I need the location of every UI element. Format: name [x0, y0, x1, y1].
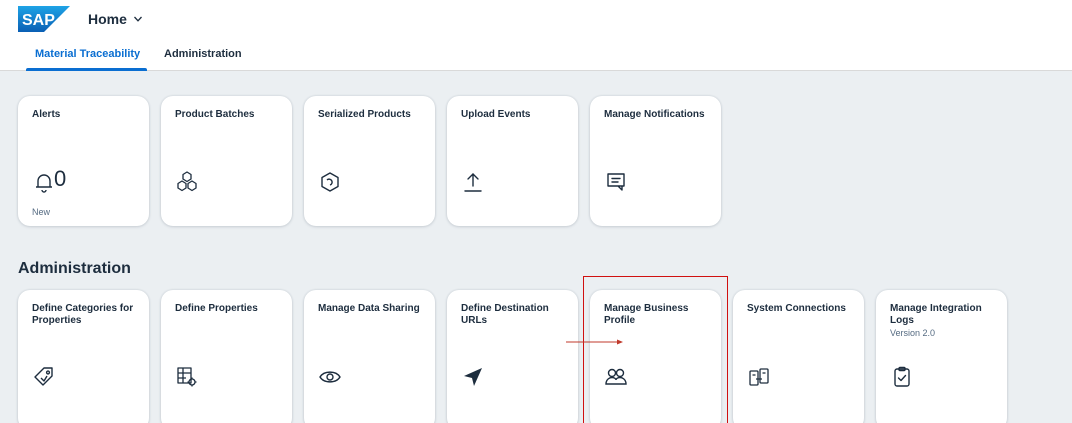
- tile-manage-integration-logs[interactable]: Manage Integration Logs Version 2.0: [876, 290, 1007, 423]
- shell-bar: SAP Home: [0, 0, 1072, 38]
- tile-title: Product Batches: [175, 109, 255, 120]
- tile-define-destination-urls[interactable]: Define Destination URLs: [447, 290, 578, 423]
- tab-administration[interactable]: Administration: [164, 48, 242, 60]
- tile-serialized-products[interactable]: Serialized Products: [304, 96, 435, 226]
- selected-tab-indicator: [26, 68, 147, 71]
- tile-product-batches[interactable]: Product Batches: [161, 96, 292, 226]
- tile-title: Manage Notifications: [604, 109, 705, 120]
- tile-title: Alerts: [32, 109, 61, 120]
- upload-icon: [464, 173, 482, 192]
- navigation-icon: [464, 368, 482, 386]
- tile-system-connections[interactable]: System Connections: [733, 290, 864, 423]
- tile-title: Define Categories for Properties: [32, 303, 134, 326]
- alerts-footer: New: [32, 207, 51, 217]
- notification-icon: [607, 173, 625, 191]
- bell-icon: [36, 174, 52, 193]
- connections-icon: [749, 368, 769, 386]
- highlight-box: [583, 276, 728, 423]
- tile-alerts[interactable]: Alerts 0 New: [18, 96, 149, 226]
- logo-text: SAP: [22, 12, 55, 29]
- tile-title: Serialized Products: [318, 109, 411, 120]
- home-menu-button[interactable]: Home: [88, 11, 143, 27]
- tile-title: Manage Data Sharing: [318, 303, 420, 314]
- properties-icon: [177, 367, 197, 387]
- sap-logo[interactable]: SAP: [18, 6, 70, 32]
- home-label: Home: [88, 11, 127, 27]
- annotation-arrow: [566, 339, 623, 345]
- tile-subtitle: Version 2.0: [890, 328, 936, 338]
- batches-icon: [177, 171, 197, 192]
- tab-material-traceability[interactable]: Material Traceability: [35, 48, 140, 60]
- tag-icon: [34, 367, 53, 386]
- alerts-count: 0: [54, 166, 67, 191]
- tile-title: Define Destination URLs: [461, 303, 549, 326]
- section-title-administration: Administration: [18, 260, 131, 277]
- tile-define-categories[interactable]: Define Categories for Properties: [18, 290, 149, 423]
- log-icon: [894, 366, 910, 387]
- tab-bar: Material Traceability Administration: [0, 38, 1072, 71]
- serialized-product-icon: [321, 172, 339, 192]
- tile-manage-data-sharing[interactable]: Manage Data Sharing: [304, 290, 435, 423]
- tile-title: Upload Events: [461, 109, 531, 120]
- tile-title: Define Properties: [175, 303, 258, 314]
- tile-title: System Connections: [747, 303, 846, 314]
- tile-upload-events[interactable]: Upload Events: [447, 96, 578, 226]
- tile-manage-notifications[interactable]: Manage Notifications: [590, 96, 721, 226]
- tile-define-properties[interactable]: Define Properties: [161, 290, 292, 423]
- eye-icon: [319, 371, 341, 383]
- chevron-down-icon: [133, 16, 142, 22]
- tile-title: Manage Integration Logs: [890, 303, 982, 326]
